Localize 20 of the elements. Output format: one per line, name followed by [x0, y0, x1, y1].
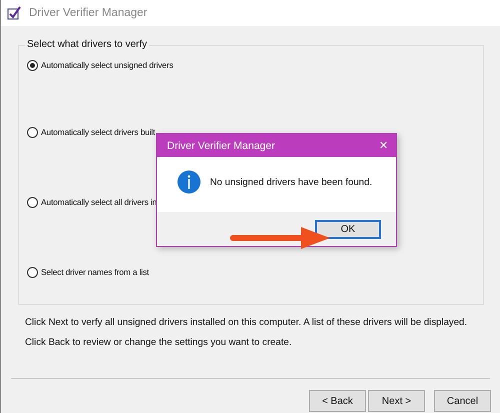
info-text: Click Next to verfy all unsigned drivers installed on this computer. A list of these drivers will be displayed. — [25, 317, 468, 328]
wizard-button[interactable]: Cancel — [434, 390, 491, 412]
info-text: Click Back to review or change the settings you want to create. — [25, 337, 293, 348]
window-title: Driver Verifier Manager — [29, 7, 148, 19]
radio-button[interactable] — [27, 266, 38, 278]
info-icon — [177, 170, 201, 194]
wizard-button[interactable]: < Back — [309, 390, 366, 412]
ok-button[interactable]: OK — [315, 220, 381, 238]
radio-button[interactable] — [27, 126, 38, 138]
dialog-title: Driver Verifier Manager — [167, 140, 275, 152]
close-button[interactable]: ✕ — [379, 139, 388, 152]
wizard-button[interactable]: Next > — [368, 390, 425, 412]
radio-button[interactable] — [27, 60, 38, 70]
dialog-message: No unsigned drivers have been found. — [210, 176, 372, 188]
radio-button[interactable] — [27, 196, 38, 208]
radio-label[interactable]: Automatically select unsigned drivers — [41, 60, 174, 70]
group-legend: Select what drivers to verfy — [25, 39, 150, 50]
radio-label[interactable]: Select driver names from a list — [41, 267, 149, 277]
checklist-icon — [7, 6, 21, 20]
radio-label[interactable]: Automatically select drivers built — [41, 127, 156, 137]
